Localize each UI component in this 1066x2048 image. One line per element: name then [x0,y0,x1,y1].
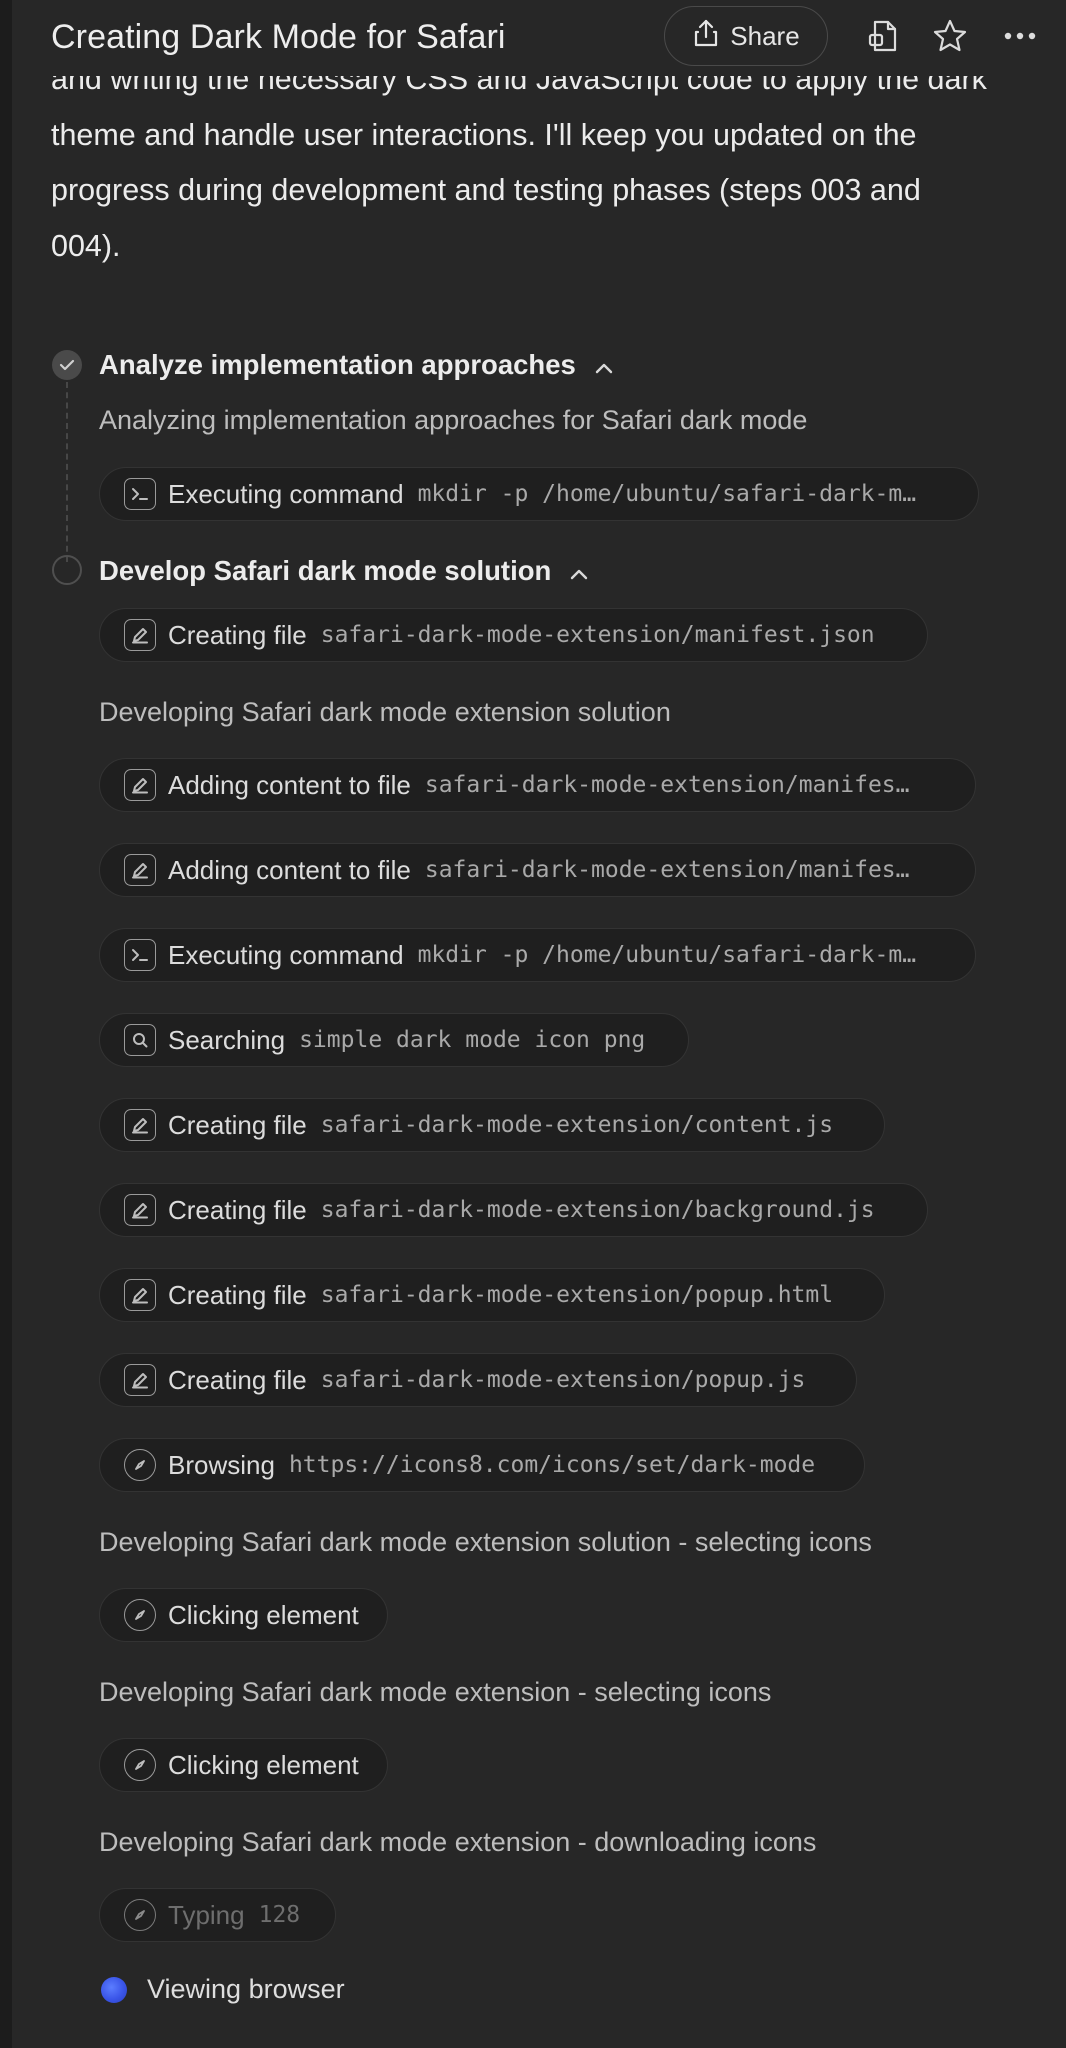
share-icon [692,18,720,55]
viewing-browser-status[interactable]: Viewing browser [101,1974,345,2005]
edit-icon [124,1364,156,1396]
intro-line: progress during development and testing … [51,173,921,207]
compass-icon [124,1599,156,1631]
action-pill[interactable]: Executing command mkdir -p /home/ubuntu/… [99,467,979,521]
action-arg: safari-dark-mode-extension/manifes… [424,857,910,883]
action-pill[interactable]: Creating file safari-dark-mode-extension… [99,1268,885,1322]
action-arg: safari-dark-mode-extension/content.js [320,1112,834,1138]
action-arg: https://icons8.com/icons/set/dark-mode [288,1452,816,1478]
chevron-up-icon[interactable] [569,555,589,587]
edit-icon [124,1194,156,1226]
step-note: Developing Safari dark mode extension so… [99,697,671,727]
compass-icon [124,1899,156,1931]
step-pending-icon [52,555,82,585]
task-page: and writing the necessary CSS and JavaSc… [0,0,1066,2048]
action-arg: mkdir -p /home/ubuntu/safari-dark-m… [417,942,917,968]
action-pill[interactable]: Clicking element [99,1588,388,1642]
step-note: Developing Safari dark mode extension - … [99,1827,817,1857]
terminal-icon [124,478,156,510]
action-pill[interactable]: Creating file safari-dark-mode-extension… [99,1183,928,1237]
step-complete-icon [52,350,82,380]
step-title-develop[interactable]: Develop Safari dark mode solution [99,555,589,587]
step-connector [66,382,68,562]
action-pill[interactable]: Searching simple dark mode icon png [99,1013,689,1067]
search-icon [124,1024,156,1056]
action-pill[interactable]: Adding content to file safari-dark-mode-… [99,758,976,812]
action-pill[interactable]: Creating file safari-dark-mode-extension… [99,608,928,662]
action-arg: safari-dark-mode-extension/popup.js [320,1367,806,1393]
edit-icon [124,854,156,886]
step-title-label: Develop Safari dark mode solution [99,555,552,586]
action-label: Searching [168,1024,286,1055]
more-icon[interactable] [1000,16,1040,56]
header-bar: Creating Dark Mode for Safari Share [12,0,1066,76]
action-label: Clicking element [168,1749,359,1780]
step-title-label: Analyze implementation approaches [99,349,576,380]
star-icon[interactable] [930,16,970,56]
page-title: Creating Dark Mode for Safari [51,18,506,56]
edit-icon [124,1109,156,1141]
action-label: Executing command [168,478,404,509]
status-dot-icon [101,1976,127,2003]
action-label: Adding content to file [168,854,411,885]
sidebar-edge [0,0,12,2048]
action-label: Creating file [168,1279,307,1310]
action-arg: safari-dark-mode-extension/background.js [320,1197,875,1223]
action-pill[interactable]: Creating file safari-dark-mode-extension… [99,1098,885,1152]
action-pill[interactable]: Adding content to file safari-dark-mode-… [99,843,976,897]
action-pill[interactable]: Executing command mkdir -p /home/ubuntu/… [99,928,976,982]
step-note: Developing Safari dark mode extension so… [99,1527,872,1557]
share-label: Share [730,20,800,51]
action-label: Creating file [168,1364,307,1395]
edit-icon [124,1279,156,1311]
compass-icon [124,1449,156,1481]
viewing-label: Viewing browser [147,1974,345,2004]
action-pill[interactable]: Typing 128 [99,1888,336,1942]
share-button[interactable]: Share [664,6,828,66]
action-label: Executing command [168,939,404,970]
action-label: Clicking element [168,1599,359,1630]
action-label: Creating file [168,619,307,650]
chevron-up-icon[interactable] [594,349,614,381]
action-arg: safari-dark-mode-extension/popup.html [320,1282,834,1308]
action-arg: safari-dark-mode-extension/manifest.json [320,622,875,648]
action-pill[interactable]: Creating file safari-dark-mode-extension… [99,1353,857,1407]
step-note: Developing Safari dark mode extension - … [99,1677,772,1707]
action-label: Browsing [168,1449,275,1480]
action-label: Adding content to file [168,769,411,800]
intro-line: 004). [51,228,121,263]
action-pill[interactable]: Clicking element [99,1738,388,1792]
intro-line: theme and handle user interactions. I'll… [51,117,917,152]
action-label: Typing [168,1899,245,1930]
step-description: Analyzing implementation approaches for … [99,405,808,435]
action-label: Creating file [168,1194,307,1225]
action-pill[interactable]: Browsing https://icons8.com/icons/set/da… [99,1438,865,1492]
intro-paragraph: and writing the necessary CSS and JavaSc… [51,52,1051,274]
compass-icon [124,1749,156,1781]
action-arg: 128 [258,1902,301,1928]
action-arg: safari-dark-mode-extension/manifes… [424,772,910,798]
action-arg: mkdir -p /home/ubuntu/safari-dark-m… [417,481,917,507]
document-icon[interactable] [864,16,904,56]
step-title-analyze[interactable]: Analyze implementation approaches [99,349,614,381]
edit-icon [124,619,156,651]
action-label: Creating file [168,1109,307,1140]
edit-icon [124,769,156,801]
action-arg: simple dark mode icon png [299,1027,646,1053]
terminal-icon [124,939,156,971]
